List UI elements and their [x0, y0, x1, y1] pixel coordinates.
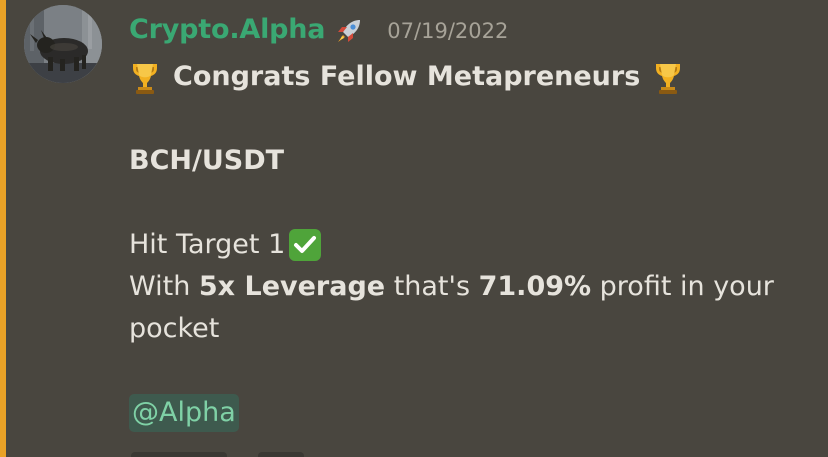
reaction-chip[interactable]	[131, 452, 227, 457]
reaction-chip[interactable]	[258, 452, 304, 457]
mention-line: @Alpha	[129, 392, 789, 434]
leverage-value: 5x Leverage	[198, 271, 386, 302]
leverage-prefix: With	[129, 271, 199, 302]
check-mark-icon	[287, 227, 323, 263]
trophy-icon	[129, 59, 161, 95]
author-name[interactable]: Crypto.Alpha	[129, 14, 325, 45]
trophy-icon	[652, 59, 684, 95]
chat-message: Crypto.Alpha 07/19/2022 Congrats Fellow …	[0, 0, 828, 457]
timestamp: 07/19/2022	[387, 19, 509, 43]
avatar[interactable]	[24, 5, 102, 83]
message-header: Crypto.Alpha 07/19/2022	[129, 11, 508, 47]
pair-line: BCH/USDT	[129, 140, 789, 182]
message-content: Congrats Fellow Metapreneurs BCH/USDT Hi…	[129, 56, 789, 434]
bull-statue-image	[24, 5, 102, 83]
leverage-line: With 5x Leverage that's 71.09% profit in…	[129, 266, 789, 350]
headline-line: Congrats Fellow Metapreneurs	[129, 56, 789, 98]
target-line: Hit Target 1	[129, 224, 789, 266]
role-mention[interactable]: @Alpha	[129, 394, 239, 432]
profit-value: 71.09%	[478, 271, 592, 302]
headline-text: Congrats Fellow Metapreneurs	[173, 61, 641, 92]
trading-pair: BCH/USDT	[129, 145, 285, 176]
rocket-icon	[334, 16, 364, 46]
target-text: Hit Target 1	[129, 229, 286, 260]
leverage-mid: that's	[385, 271, 479, 302]
